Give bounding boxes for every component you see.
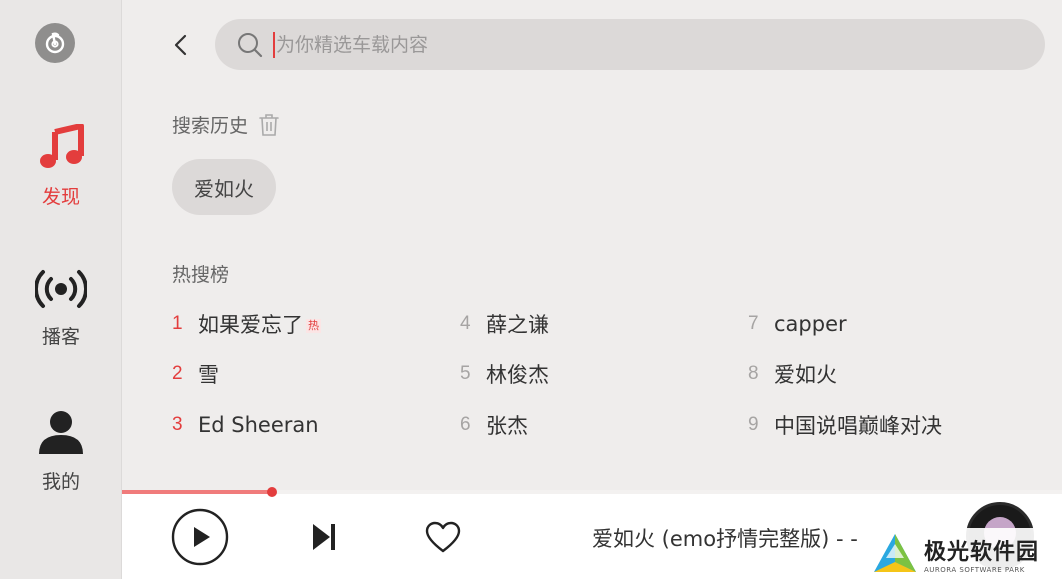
play-button[interactable] bbox=[171, 508, 229, 566]
clear-history-button[interactable] bbox=[258, 113, 280, 137]
hot-search-text: 林俊杰 bbox=[486, 363, 549, 387]
hot-rank: 9 bbox=[748, 414, 759, 435]
music-note-icon bbox=[40, 124, 84, 168]
user-icon bbox=[39, 411, 83, 454]
broadcast-icon bbox=[35, 270, 87, 308]
hot-search-text: Ed Sheeran bbox=[198, 413, 319, 437]
hot-search-item[interactable]: 9 中国说唱巅峰对决 bbox=[748, 410, 942, 440]
text-caret bbox=[273, 31, 275, 58]
hot-search-text: 如果爱忘了 bbox=[198, 313, 303, 337]
sidebar: 发现 播客 我的 bbox=[0, 0, 122, 579]
hot-search-item[interactable]: 1 如果爱忘了 热 bbox=[172, 309, 321, 339]
hot-search-item[interactable]: 7 capper bbox=[748, 309, 847, 339]
sidebar-item-label: 我的 bbox=[41, 471, 80, 493]
trash-icon bbox=[259, 113, 279, 136]
history-chip-label: 爱如火 bbox=[194, 176, 254, 201]
progress-bar[interactable] bbox=[122, 487, 1062, 497]
heart-icon bbox=[425, 521, 461, 553]
sidebar-item-label: 发现 bbox=[41, 186, 80, 208]
hot-search-text: 雪 bbox=[198, 363, 219, 387]
play-icon bbox=[171, 508, 229, 566]
hot-rank: 2 bbox=[172, 363, 183, 384]
watermark-en: AURORA SOFTWARE PARK bbox=[924, 565, 1025, 574]
sidebar-item-discover[interactable]: 发现 bbox=[0, 124, 122, 209]
like-button[interactable] bbox=[424, 520, 462, 554]
progress-knob[interactable] bbox=[267, 487, 277, 497]
chevron-left-icon bbox=[174, 34, 187, 56]
sidebar-item-podcast[interactable]: 播客 bbox=[0, 268, 122, 349]
progress-fill bbox=[122, 490, 272, 494]
app-logo[interactable] bbox=[35, 23, 75, 63]
hot-rank: 6 bbox=[460, 414, 471, 435]
watermark: 极光软件园 AURORA SOFTWARE PARK bbox=[866, 528, 1062, 579]
hot-search-item[interactable]: 6 张杰 bbox=[460, 410, 528, 440]
hot-search-title: 热搜榜 bbox=[172, 260, 229, 287]
now-playing-title: 爱如火 (emo抒情完整版) - - bbox=[592, 527, 858, 551]
netease-logo-icon bbox=[45, 32, 65, 54]
search-history-title: 搜索历史 bbox=[172, 115, 249, 137]
hot-rank: 3 bbox=[172, 414, 183, 435]
search-icon bbox=[238, 32, 263, 57]
hot-rank: 5 bbox=[460, 363, 471, 384]
hot-search-item[interactable]: 2 雪 bbox=[172, 359, 219, 389]
hot-rank: 8 bbox=[748, 363, 759, 384]
hot-badge: 热 bbox=[306, 319, 321, 333]
hot-search-item[interactable]: 5 林俊杰 bbox=[460, 359, 549, 389]
hot-search-text: 中国说唱巅峰对决 bbox=[774, 414, 942, 438]
search-bar[interactable] bbox=[215, 19, 1045, 70]
hot-search-title-text: 热搜榜 bbox=[172, 264, 230, 286]
hot-search-text: 薛之谦 bbox=[486, 313, 549, 337]
aurora-logo-icon bbox=[874, 533, 916, 572]
hot-search-item[interactable]: 3 Ed Sheeran bbox=[172, 410, 319, 440]
hot-search-item[interactable]: 4 薛之谦 bbox=[460, 309, 549, 339]
search-page: 搜索历史 爱如火 热搜榜 1 如果爱忘了 热 2 雪 3 Ed Sheeran … bbox=[122, 0, 1062, 490]
watermark-cn: 极光软件园 bbox=[924, 539, 1040, 565]
hot-search-text: 张杰 bbox=[486, 414, 528, 438]
search-input[interactable] bbox=[276, 33, 976, 56]
hot-search-text: 爱如火 bbox=[774, 363, 837, 387]
next-button[interactable] bbox=[308, 520, 340, 554]
hot-rank: 4 bbox=[460, 313, 471, 334]
sidebar-item-label: 播客 bbox=[41, 326, 80, 348]
hot-rank: 1 bbox=[172, 313, 183, 334]
search-history-header: 搜索历史 bbox=[172, 111, 280, 138]
history-chip[interactable]: 爱如火 bbox=[172, 159, 276, 215]
back-button[interactable] bbox=[166, 29, 194, 61]
hot-rank: 7 bbox=[748, 313, 759, 334]
hot-search-item[interactable]: 8 爱如火 bbox=[748, 359, 837, 389]
skip-next-icon bbox=[313, 524, 335, 550]
watermark-text: 极光软件园 AURORA SOFTWARE PARK bbox=[924, 534, 1039, 574]
sidebar-item-mine[interactable]: 我的 bbox=[0, 409, 122, 494]
hot-search-text: capper bbox=[774, 312, 847, 336]
